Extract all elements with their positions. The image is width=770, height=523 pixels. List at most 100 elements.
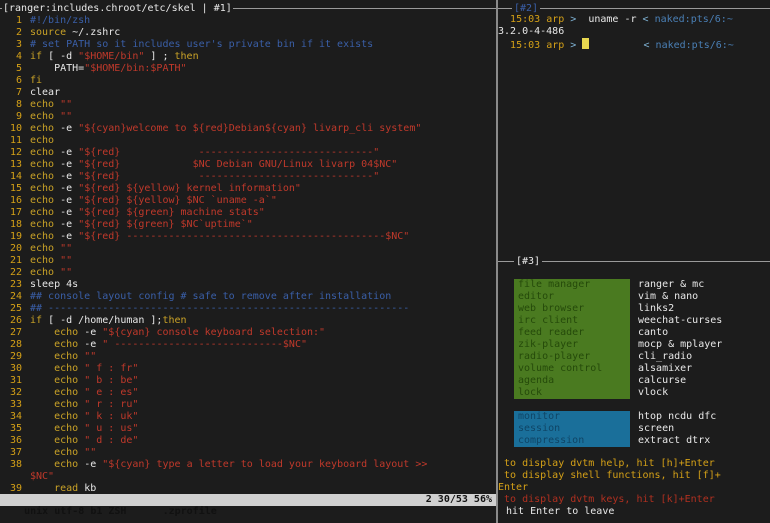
menu-value: extract dtrx	[638, 435, 711, 446]
code-line: 8 echo ""	[0, 99, 496, 111]
code-token: echo	[30, 231, 55, 242]
code-line: 34 echo " k : uk"	[0, 411, 496, 423]
terminal-line: 15:03 arp > < naked:pts/6:~	[498, 38, 770, 51]
code-area[interactable]: 1 #!/bin/zsh 2 source ~/.zshrc 3 # set PATH s…	[0, 15, 496, 495]
code-line: 27 echo -e "${cyan} console keyboard sel…	[0, 327, 496, 339]
code-line: 2 source ~/.zshrc	[0, 27, 496, 39]
terminal-2[interactable]: 15:03 arp > uname -r < naked:pts/6:~ 3.2.…	[498, 14, 770, 51]
help-line: Enter	[498, 482, 529, 493]
code-token: " d : de"	[78, 435, 139, 446]
code-token: echo	[54, 399, 79, 410]
menu-value: screen	[638, 423, 675, 434]
menu-value: mocp & mplayer	[638, 339, 723, 350]
code-token: PATH=	[30, 63, 85, 74]
line-number: 5	[15, 63, 22, 74]
code-line: 15 echo -e "${red} ${yellow} kernel infor…	[0, 183, 496, 195]
line-number: 10	[9, 123, 22, 134]
code-token: ""	[54, 99, 73, 110]
code-line: 6 fi	[0, 75, 496, 87]
code-token: -e	[78, 327, 103, 338]
menu-category: monitor	[514, 411, 630, 423]
code-token: echo	[30, 99, 55, 110]
code-token: echo	[30, 255, 55, 266]
line-number: 33	[9, 399, 22, 410]
code-token: echo	[30, 123, 55, 134]
line-number: 15	[9, 183, 22, 194]
code-line: 20 echo ""	[0, 243, 496, 255]
code-token: "${red} $NC Debian GNU/Linux livarp 04$N…	[78, 159, 398, 170]
code-token: echo	[54, 447, 79, 458]
term3-label: [#3]	[514, 256, 543, 268]
prompt-arrow: <	[642, 14, 655, 25]
line-number: 22	[9, 267, 22, 278]
menu-row: volume control alsamixer	[498, 363, 770, 375]
code-token: ## console layout config # safe to remov…	[30, 291, 392, 302]
line-number: 18	[9, 219, 22, 230]
line-number: 9	[15, 111, 22, 122]
menu-category: irc client	[514, 315, 630, 327]
line-number: 26	[9, 315, 22, 326]
help-line: to display dvtm help, hit [h]+Enter	[498, 458, 715, 469]
code-token: fi	[30, 75, 43, 86]
line-number: 16	[9, 195, 22, 206]
code-line: 25 ## -----------------------------------…	[0, 303, 496, 315]
code-token: echo	[30, 135, 55, 146]
menu-row: agenda calcurse	[498, 375, 770, 387]
code-token: "${cyan}welcome to ${red}Debian${cyan} l…	[78, 123, 422, 134]
code-token: "${cyan} type a letter to load your keyb…	[102, 459, 428, 470]
code-token: $NC"	[30, 471, 55, 482]
prompt-host: arp	[546, 14, 565, 25]
code-token: " f : fr"	[78, 363, 139, 374]
code-token: -e	[54, 183, 79, 194]
code-token: -e	[54, 231, 79, 242]
terminal-line: 3.2.0-4-486	[498, 26, 770, 38]
code-token: "${red} ${yellow} kernel information"	[78, 183, 301, 194]
code-token: " u : us"	[78, 423, 139, 434]
prompt-time: 15:03	[510, 14, 541, 25]
code-token: "${red} -----------------------------"	[78, 147, 380, 158]
menu-value: cli_radio	[638, 351, 693, 362]
help-text: to display dvtm help, hit [h]+Enter to d…	[498, 458, 770, 518]
line-number: 34	[9, 411, 22, 422]
menu-value: ranger & mc	[638, 279, 705, 290]
menu-row: radio-player cli_radio	[498, 351, 770, 363]
line-number: 32	[9, 387, 22, 398]
code-token: if	[30, 315, 43, 326]
code-token: clear	[30, 87, 61, 98]
prompt-arrow: >	[564, 14, 583, 25]
menu-category: volume control	[514, 363, 630, 375]
code-line: 9 echo ""	[0, 111, 496, 123]
code-token: "$HOME/bin:$PATH"	[84, 63, 187, 74]
line-number: 17	[9, 207, 22, 218]
menu-category: session	[514, 423, 630, 435]
code-line: 29 echo ""	[0, 351, 496, 363]
menu-value: vim & nano	[638, 291, 699, 302]
help-line: hit Enter to leave	[506, 506, 615, 517]
menu-row: feed reader canto	[498, 327, 770, 339]
code-token: ~/.zshrc	[66, 27, 121, 38]
prompt-context: naked:pts/6:~	[654, 14, 733, 25]
editor-status-bar: unix utf-8 b1 ZSH .zprofile 2 30/53 56%	[0, 494, 496, 517]
menu-row	[498, 399, 770, 411]
editor-pane[interactable]: [ranger:includes.chroot/etc/skel | #1] 1…	[0, 0, 496, 523]
code-line: 37 echo ""	[0, 447, 496, 459]
line-number: 14	[9, 171, 22, 182]
code-token: echo	[30, 195, 55, 206]
command-output: 3.2.0-4-486	[498, 26, 565, 37]
code-line: 30 echo " f : fr"	[0, 363, 496, 375]
menu-category: compression	[514, 435, 630, 447]
line-number: 38	[9, 459, 22, 470]
menu-row: lock vlock	[498, 387, 770, 399]
code-token: echo	[54, 387, 79, 398]
code-token: -e	[78, 339, 103, 350]
code-token: -e	[54, 123, 79, 134]
menu-value: weechat-curses	[638, 315, 723, 326]
code-token: " e : es"	[78, 387, 139, 398]
line-number: 11	[9, 135, 22, 146]
code-line: 21 echo ""	[0, 255, 496, 267]
